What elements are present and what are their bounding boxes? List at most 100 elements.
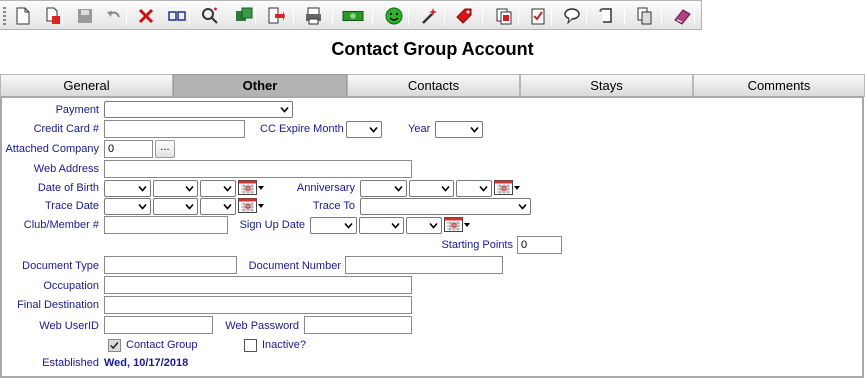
toolbar-grip[interactable] <box>3 7 6 25</box>
tab-comments[interactable]: Comments <box>693 74 865 97</box>
club-member-input[interactable] <box>104 216 228 234</box>
chevron-down-icon <box>369 126 378 133</box>
credit-card-input[interactable] <box>104 120 245 138</box>
anniversary-month-select[interactable] <box>360 180 407 197</box>
copy-pages-button[interactable] <box>634 5 656 27</box>
chevron-down-icon <box>394 185 403 192</box>
cc-expire-month-label: CC Expire Month <box>260 123 344 135</box>
documents-button[interactable] <box>493 5 515 27</box>
tab-contacts[interactable]: Contacts <box>347 74 520 97</box>
web-address-input[interactable] <box>104 160 412 178</box>
toolbar-separator <box>551 7 552 25</box>
money-icon <box>342 10 364 22</box>
toolbar-separator <box>372 7 373 25</box>
save-icon <box>78 9 92 23</box>
document-type-input[interactable] <box>104 256 237 274</box>
sign-up-date-month-select[interactable] <box>310 217 357 234</box>
tab-stays[interactable]: Stays <box>520 74 693 97</box>
sign-up-date-year-select[interactable] <box>406 217 442 234</box>
undo-button[interactable] <box>103 5 125 27</box>
year-label: Year <box>408 123 431 135</box>
contact-group-label: Contact Group <box>126 339 198 351</box>
merge-button[interactable] <box>166 5 188 27</box>
sign-up-date-calendar-button[interactable] <box>444 217 470 233</box>
payment-select[interactable] <box>104 101 293 118</box>
book-button[interactable] <box>671 5 693 27</box>
date-of-birth-day-select[interactable] <box>153 180 198 197</box>
trace-to-select[interactable] <box>360 198 531 215</box>
chevron-down-icon <box>470 126 479 133</box>
starting-points-label: Starting Points <box>441 239 513 251</box>
tasks-button[interactable] <box>233 5 255 27</box>
sign-up-date-day-select[interactable] <box>359 217 404 234</box>
toolbar-separator <box>189 7 190 25</box>
checkmark-icon <box>110 342 119 350</box>
chevron-down-icon <box>391 222 400 229</box>
export-button[interactable] <box>265 5 287 27</box>
anniversary-day-select[interactable] <box>409 180 454 197</box>
date-of-birth-calendar-button[interactable] <box>238 180 264 196</box>
web-address-label: Web Address <box>33 163 99 175</box>
chevron-down-icon <box>138 185 147 192</box>
wand-icon <box>422 8 437 24</box>
occupation-input[interactable] <box>104 276 412 294</box>
scroll-button[interactable] <box>596 5 618 27</box>
speech-bubble-icon <box>564 8 580 25</box>
year-select[interactable] <box>435 121 483 138</box>
anniversary-calendar-button[interactable] <box>494 180 520 196</box>
toolbar-separator <box>624 7 625 25</box>
web-userid-input[interactable] <box>104 316 213 334</box>
document-number-input[interactable] <box>345 256 503 274</box>
trace-date-calendar-button[interactable] <box>238 198 264 214</box>
toolbar-separator <box>482 7 483 25</box>
toolbar-separator <box>518 7 519 25</box>
club-member-label: Club/Member # <box>23 219 99 231</box>
smiley-button[interactable] <box>383 5 405 27</box>
document-number-label: Document Number <box>248 260 341 272</box>
toolbar-separator <box>62 7 63 25</box>
inactive-label: Inactive? <box>262 339 307 351</box>
search-icon <box>202 7 218 24</box>
wand-button[interactable] <box>418 5 440 27</box>
money-button[interactable] <box>342 5 364 27</box>
copy-document-button[interactable] <box>42 5 64 27</box>
final-destination-input[interactable] <box>104 296 412 314</box>
date-of-birth-month-select[interactable] <box>104 180 151 197</box>
starting-points-input[interactable]: 0 <box>517 236 562 254</box>
trace-date-year-select[interactable] <box>200 198 236 215</box>
web-password-label: Web Password <box>225 320 299 332</box>
tab-general[interactable]: General <box>0 74 173 97</box>
anniversary-label: Anniversary <box>296 182 355 194</box>
inactive-checkbox[interactable] <box>244 339 257 352</box>
attached-company-browse-button[interactable]: ... <box>155 140 175 158</box>
tag-button[interactable] <box>453 5 475 27</box>
cc-expire-month-select[interactable] <box>346 121 382 138</box>
speech-bubble-button[interactable] <box>561 5 583 27</box>
search-button[interactable] <box>199 5 221 27</box>
trace-date-day-select[interactable] <box>153 198 198 215</box>
form-panel <box>0 96 864 378</box>
credit-card-label: Credit Card # <box>33 123 99 135</box>
trace-date-month-select[interactable] <box>104 198 151 215</box>
print-button[interactable] <box>303 5 325 27</box>
tab-bar: General Other Contacts Stays Comments <box>0 74 865 97</box>
attached-company-input[interactable]: 0 <box>104 140 153 158</box>
delete-button[interactable] <box>135 5 157 27</box>
anniversary-year-select[interactable] <box>456 180 492 197</box>
tab-other[interactable]: Other <box>173 74 347 97</box>
toolbar-separator <box>332 7 333 25</box>
calendar-icon <box>494 180 520 195</box>
toolbar-separator <box>444 7 445 25</box>
trace-date-label: Trace Date <box>44 200 99 212</box>
save-button[interactable] <box>74 5 96 27</box>
new-document-button[interactable] <box>12 5 34 27</box>
undo-icon <box>107 11 120 18</box>
checklist-button[interactable] <box>527 5 549 27</box>
new-document-icon <box>16 7 30 25</box>
date-of-birth-year-select[interactable] <box>200 180 236 197</box>
contact-group-checkbox[interactable] <box>108 339 121 352</box>
print-icon <box>306 7 321 25</box>
smiley-icon <box>385 7 403 25</box>
web-password-input[interactable] <box>304 316 412 334</box>
payment-label: Payment <box>55 104 99 116</box>
